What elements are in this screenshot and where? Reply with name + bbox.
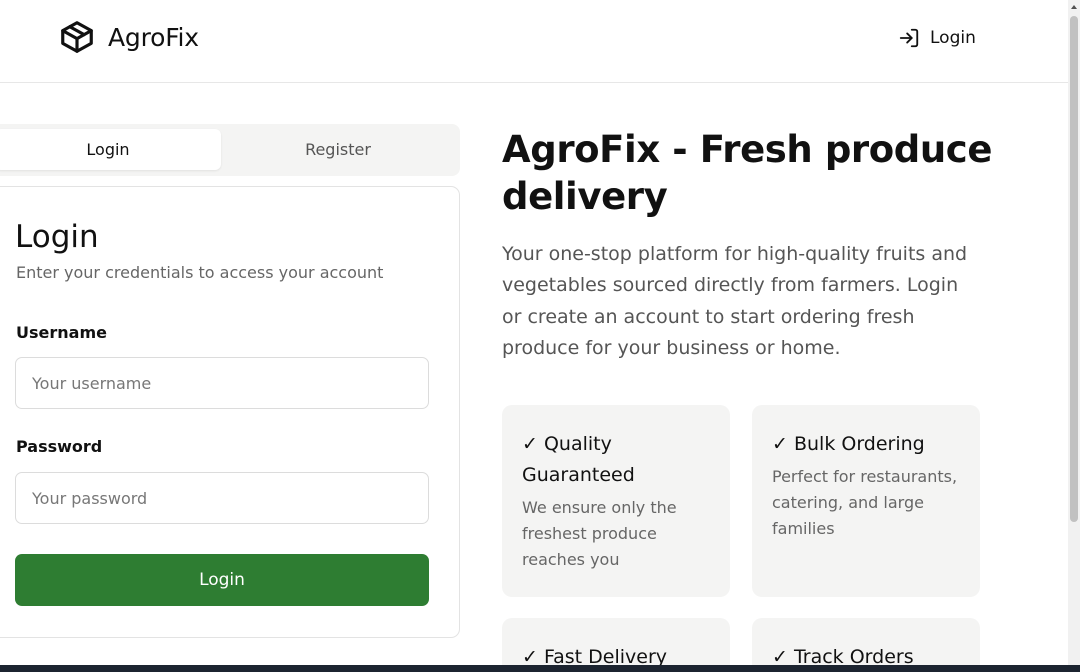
- log-in-icon: [899, 28, 919, 48]
- brand-logo[interactable]: AgroFix: [58, 18, 199, 56]
- scrollbar-thumb[interactable]: [1070, 16, 1078, 522]
- scroll-up-arrow-icon[interactable]: [1068, 0, 1080, 14]
- password-label: Password: [16, 437, 103, 456]
- auth-tabs: Login Register: [0, 124, 460, 176]
- feature-card-bulk-ordering: ✓ Bulk Ordering Perfect for restaurants,…: [752, 405, 980, 597]
- os-taskbar-edge: [0, 665, 1080, 672]
- username-label: Username: [16, 323, 107, 342]
- hero-description: Your one-stop platform for high-quality …: [502, 243, 968, 360]
- brand-name: AgroFix: [108, 22, 199, 52]
- tab-login[interactable]: Login: [0, 129, 221, 170]
- hero-title: AgroFix - Fresh produce delivery: [502, 128, 993, 218]
- header-login-label: Login: [930, 28, 976, 48]
- login-card-subtitle: Enter your credentials to access your ac…: [16, 263, 384, 282]
- feature-card-fast-delivery: ✓ Fast Delivery: [502, 618, 730, 672]
- package-icon: [61, 21, 93, 53]
- top-navbar: AgroFix Login: [0, 0, 1068, 83]
- tab-register[interactable]: Register: [225, 129, 451, 170]
- login-card: Login Enter your credentials to access y…: [0, 186, 460, 638]
- feature-title: ✓ Quality Guaranteed: [522, 433, 635, 486]
- feature-card-quality: ✓ Quality Guaranteed We ensure only the …: [502, 405, 730, 597]
- login-submit-button[interactable]: Login: [15, 554, 429, 606]
- username-input[interactable]: [15, 357, 429, 409]
- feature-description: Perfect for restaurants, catering, and l…: [772, 467, 958, 538]
- password-input[interactable]: [15, 472, 429, 524]
- header-login-link[interactable]: Login: [898, 27, 976, 49]
- feature-card-track-orders: ✓ Track Orders: [752, 618, 980, 672]
- feature-title: ✓ Bulk Ordering: [772, 433, 925, 455]
- feature-description: We ensure only the freshest produce reac…: [522, 498, 677, 569]
- login-card-title: Login: [15, 219, 99, 255]
- page-scrollbar[interactable]: [1068, 0, 1080, 672]
